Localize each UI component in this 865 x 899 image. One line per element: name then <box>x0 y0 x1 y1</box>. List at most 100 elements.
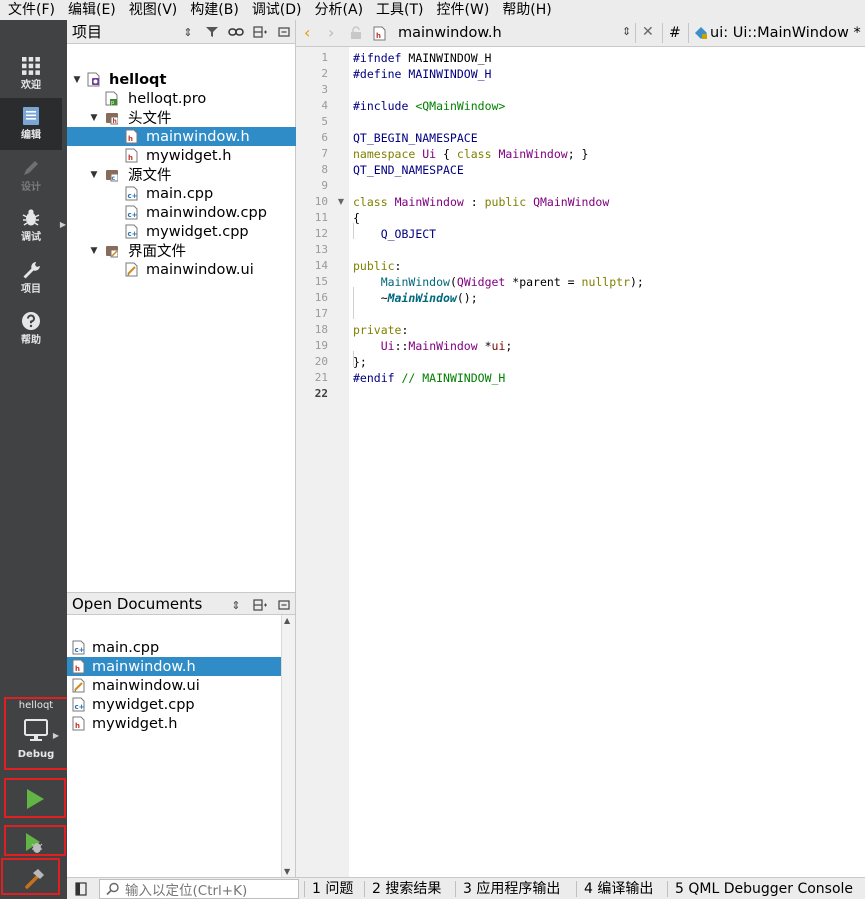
line-number: 4 <box>321 99 328 112</box>
output-tab[interactable]: 1 问题 <box>312 878 353 899</box>
mode-welcome[interactable]: 欢迎 <box>0 48 62 100</box>
menu-item[interactable]: 编辑(E) <box>62 0 123 20</box>
fold-marker-icon[interactable]: ▼ <box>338 197 344 206</box>
open-document-label: main.cpp <box>92 639 160 656</box>
open-docs-updown-icon[interactable]: ⇕ <box>227 596 245 614</box>
cpp-file-icon: c+ <box>125 224 138 239</box>
tree-item[interactable]: ▼ c 源文件 <box>67 165 296 184</box>
locator-input[interactable]: 输入以定位(Ctrl+K) <box>99 879 299 899</box>
scroll-up-icon[interactable]: ▲ <box>284 616 290 625</box>
mode-projects-label: 项目 <box>21 284 41 295</box>
symbol-selector[interactable]: ui: Ui::MainWindow * <box>710 25 861 41</box>
mode-help[interactable]: 帮助 <box>0 303 62 355</box>
tree-item[interactable]: ▼ 界面文件 <box>67 241 296 260</box>
open-document-item[interactable]: c+ mywidget.cpp <box>67 695 282 714</box>
toggle-sidebar-icon[interactable] <box>75 882 87 899</box>
svg-text:p: p <box>111 100 114 106</box>
code-token: QT_END_NAMESPACE <box>353 163 464 177</box>
output-tab[interactable]: 2 搜索结果 <box>372 878 441 899</box>
debug-menu-arrow-icon: ▶ <box>59 220 66 229</box>
code-line: #endif // MAINWINDOW_H <box>353 370 505 386</box>
output-tab[interactable]: 5 QML Debugger Console <box>675 878 853 899</box>
code-line: #include <QMainWindow> <box>353 98 505 114</box>
close-panel-icon[interactable] <box>275 23 293 41</box>
tree-item-label: mywidget.h <box>146 147 232 164</box>
tree-item[interactable]: p helloqt.pro <box>67 89 296 108</box>
menu-item[interactable]: 视图(V) <box>123 0 185 20</box>
menu-item[interactable]: 分析(A) <box>309 0 371 20</box>
line-number: 10 <box>314 195 328 208</box>
cpp-file-icon: c+ <box>72 697 85 712</box>
tree-item[interactable]: ▼ h 头文件 <box>67 108 296 127</box>
filter-icon[interactable] <box>203 23 221 41</box>
menu-item[interactable]: 工具(T) <box>370 0 430 20</box>
line-number: 8 <box>321 163 328 176</box>
line-number: 20 <box>314 355 328 368</box>
locator-placeholder: 输入以定位(Ctrl+K) <box>125 883 248 899</box>
code-token: QWidget <box>456 275 506 289</box>
open-document-item[interactable]: mainwindow.ui <box>67 676 282 695</box>
code-token: { <box>353 211 360 225</box>
tree-item[interactable]: c+ mywidget.cpp <box>67 222 296 241</box>
code-token: Q_OBJECT <box>380 227 437 241</box>
output-tab[interactable]: 4 编译输出 <box>584 878 653 899</box>
file-switch-updown-icon[interactable]: ⇕ <box>622 25 631 38</box>
mode-design[interactable]: 设计 <box>0 150 62 202</box>
line-number: 9 <box>321 179 328 192</box>
expand-arrow-icon[interactable]: ▼ <box>72 75 82 85</box>
annotation-box-4 <box>1 858 60 895</box>
open-documents-scrollbar[interactable]: ▲ ▼ <box>281 615 295 877</box>
open-docs-split-icon[interactable] <box>251 596 269 614</box>
tree-item-label: mainwindow.cpp <box>146 204 267 221</box>
tree-item[interactable]: c+ main.cpp <box>67 184 296 203</box>
back-arrow-icon[interactable]: ‹ <box>304 23 310 42</box>
close-file-icon[interactable]: ✕ <box>642 24 654 40</box>
mode-edit[interactable]: 编辑 <box>0 98 62 150</box>
project-panel-title: 项目 <box>72 23 103 41</box>
menu-item[interactable]: 帮助(H) <box>496 0 558 20</box>
mode-debug[interactable]: 调试 ▶ <box>0 200 66 252</box>
tree-item[interactable]: mainwindow.ui <box>67 260 296 279</box>
menu-item[interactable]: 构建(B) <box>184 0 246 20</box>
menu-item[interactable]: 调试(D) <box>246 0 309 20</box>
expand-arrow-icon[interactable]: ▼ <box>89 246 99 256</box>
grid-icon <box>22 57 40 75</box>
toolbar-divider-3 <box>688 23 689 43</box>
cpp-file-icon: c+ <box>125 186 138 201</box>
split-icon[interactable] <box>251 23 269 41</box>
tree-item[interactable]: ▼ helloqt <box>67 70 296 89</box>
link-with-editor-icon[interactable] <box>227 23 245 41</box>
ui-form-file-icon <box>125 262 138 277</box>
symbol-hash-label: # <box>669 25 681 41</box>
line-number: 3 <box>321 83 328 96</box>
open-document-item[interactable]: h mywidget.h <box>67 714 282 733</box>
scroll-down-icon[interactable]: ▼ <box>284 867 290 876</box>
code-token: ~ <box>353 291 388 305</box>
mode-projects[interactable]: 项目 <box>0 252 62 304</box>
forward-arrow-icon[interactable]: › <box>328 23 334 42</box>
menu-item[interactable]: 控件(W) <box>431 0 497 20</box>
tree-item[interactable]: h mainwindow.h <box>67 127 296 146</box>
output-tab[interactable]: 3 应用程序输出 <box>463 878 560 899</box>
code-token: private <box>353 323 402 337</box>
expand-arrow-icon[interactable]: ▼ <box>89 113 99 123</box>
tree-item-label: mainwindow.h <box>146 128 250 145</box>
code-editor[interactable]: #ifndef MAINWINDOW_H #define MAINWINDOW_H… <box>349 47 865 877</box>
expand-arrow-icon[interactable]: ▼ <box>89 170 99 180</box>
help-icon <box>22 312 40 330</box>
open-document-item[interactable]: c+ main.cpp <box>67 638 282 657</box>
code-token: MainWindow <box>408 339 478 353</box>
menu-item[interactable]: 文件(F) <box>2 0 62 20</box>
code-token: Ui <box>380 339 395 353</box>
tree-item[interactable]: h mywidget.h <box>67 146 296 165</box>
view-selector-updown-icon[interactable]: ⇕ <box>179 23 197 41</box>
code-line: namespace Ui { class MainWindow; } <box>353 146 588 162</box>
open-document-item[interactable]: h mainwindow.h <box>67 657 282 676</box>
tree-item[interactable]: c+ mainwindow.cpp <box>67 203 296 222</box>
open-file-name[interactable]: mainwindow.h <box>398 25 502 41</box>
toolbar-divider-2 <box>662 23 663 43</box>
open-docs-close-icon[interactable] <box>275 596 293 614</box>
